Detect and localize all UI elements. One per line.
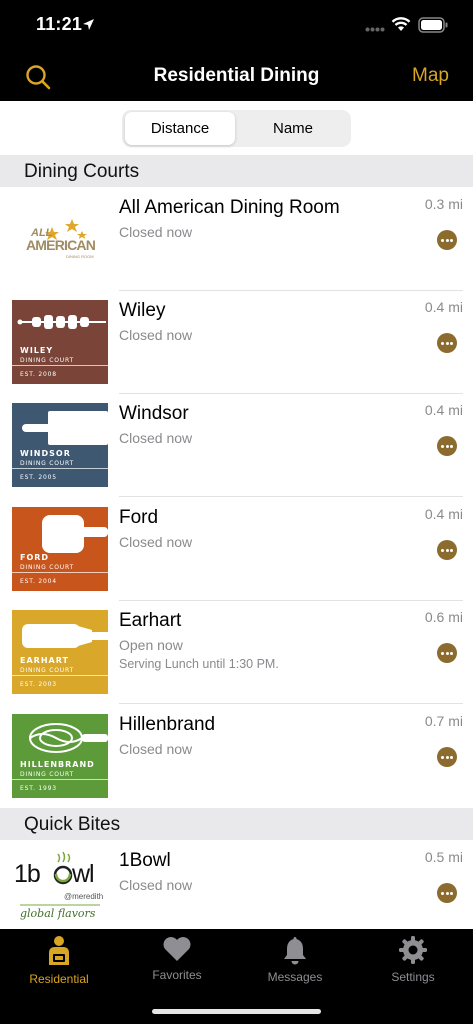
dining-name: Windsor (119, 403, 189, 424)
tile-name: WINDSOR (20, 449, 71, 458)
tab-label: Residential (29, 972, 89, 986)
tab-label: Favorites (152, 968, 202, 982)
gear-icon (399, 936, 427, 964)
tab-bar: Residential Favorites Messages Settings (0, 929, 473, 1024)
logo-text-american: AMERICAN (26, 237, 96, 253)
section-header-quick-bites: Quick Bites (0, 808, 473, 840)
tile-court: DINING COURT (20, 460, 74, 467)
tab-residential[interactable]: Residential (0, 935, 118, 991)
dining-distance: 0.4 mi (424, 299, 463, 315)
dining-distance: 0.6 mi (424, 609, 463, 625)
tile-est: EST. 2004 (20, 578, 57, 585)
tab-favorites[interactable]: Favorites (118, 935, 236, 991)
section-title: Quick Bites (24, 814, 121, 835)
earhart-logo: EARHART DINING COURT EST. 2003 (12, 610, 108, 694)
dining-status: Closed now (119, 877, 193, 893)
dining-row-1bowl[interactable]: 1b wl @meredith global flavors 1Bowl Clo… (0, 840, 473, 929)
tile-est: EST. 1993 (20, 785, 57, 792)
sort-distance-segment[interactable]: Distance (125, 112, 235, 145)
more-options-button[interactable] (437, 436, 457, 456)
more-options-button[interactable] (437, 333, 457, 353)
dining-row-wiley[interactable]: WILEY DINING COURT EST. 2008 Wiley Close… (0, 290, 473, 394)
tile-name: WILEY (20, 346, 54, 355)
dining-status: Open now (119, 637, 183, 653)
sort-segmented-control: Distance Name (122, 110, 351, 147)
navigation-bar: Residential Dining Map (0, 52, 473, 101)
more-options-button[interactable] (437, 230, 457, 250)
logo-text-global-flavors: global flavors (20, 907, 96, 920)
dining-row-earhart[interactable]: EARHART DINING COURT EST. 2003 Earhart O… (0, 600, 473, 704)
cellular-signal-icon (365, 27, 385, 32)
tile-est: EST. 2008 (20, 371, 57, 378)
tab-label: Settings (391, 970, 435, 984)
dining-status: Closed now (119, 534, 193, 550)
wifi-icon (391, 17, 411, 31)
logo-text-meredith: @meredith (64, 892, 104, 901)
dining-status: Closed now (119, 430, 193, 446)
status-bar: 11:21 (0, 0, 473, 52)
logo-text-1b: 1b (14, 860, 41, 888)
dining-status: Closed now (119, 327, 193, 343)
wiley-logo: WILEY DINING COURT EST. 2008 (12, 300, 108, 384)
tile-name: EARHART (20, 656, 69, 665)
more-options-button[interactable] (437, 747, 457, 767)
dining-name: Ford (119, 507, 159, 528)
tile-est: EST. 2003 (20, 681, 57, 688)
home-indicator (152, 1009, 321, 1014)
more-options-button[interactable] (437, 643, 457, 663)
dining-distance: 0.4 mi (424, 506, 463, 522)
tab-messages[interactable]: Messages (236, 935, 354, 991)
section-title: Dining Courts (24, 161, 140, 182)
bell-icon (284, 937, 306, 965)
logo-text-dining-room: DINING ROOM (66, 254, 94, 259)
tab-settings[interactable]: Settings (354, 935, 472, 991)
tab-label: Messages (267, 970, 323, 984)
more-options-button[interactable] (437, 883, 457, 903)
tile-name: HILLENBRAND (20, 760, 95, 769)
residential-icon (49, 936, 69, 965)
dining-status: Closed now (119, 741, 193, 757)
dining-distance: 0.3 mi (424, 196, 463, 212)
dining-row-hillenbrand[interactable]: HILLENBRAND DINING COURT EST. 1993 Hille… (0, 704, 473, 808)
dining-meal-detail: Serving Lunch until 1:30 PM. (119, 657, 279, 671)
ford-logo: FORD DINING COURT EST. 2004 (12, 507, 108, 591)
dining-name: Earhart (119, 610, 182, 631)
dining-distance: 0.7 mi (424, 713, 463, 729)
dining-distance: 0.4 mi (424, 402, 463, 418)
logo-text-wl: wl (72, 860, 95, 888)
dining-row-windsor[interactable]: WINDSOR DINING COURT EST. 2005 Windsor C… (0, 393, 473, 497)
tile-court: DINING COURT (20, 667, 74, 674)
hillenbrand-logo: HILLENBRAND DINING COURT EST. 1993 (12, 714, 108, 798)
dining-row-all-american[interactable]: ALL AMERICAN DINING ROOM All American Di… (0, 187, 473, 291)
more-options-button[interactable] (437, 540, 457, 560)
dining-name: Wiley (119, 300, 166, 321)
status-time: 11:21 (36, 14, 83, 34)
1bowl-logo: 1b wl @meredith global flavors (12, 848, 108, 932)
dining-row-ford[interactable]: FORD DINING COURT EST. 2004 Ford Closed … (0, 497, 473, 601)
battery-icon (418, 17, 448, 33)
section-header-dining-courts: Dining Courts (0, 155, 473, 187)
windsor-logo: WINDSOR DINING COURT EST. 2005 (12, 403, 108, 487)
dining-name: All American Dining Room (119, 197, 340, 218)
tile-est: EST. 2005 (20, 474, 57, 481)
tile-name: FORD (20, 553, 50, 562)
dining-name: Hillenbrand (119, 714, 216, 735)
dining-distance: 0.5 mi (424, 849, 463, 865)
tile-court: DINING COURT (20, 771, 74, 778)
dining-name: 1Bowl (119, 850, 171, 871)
heart-icon (163, 937, 191, 961)
sort-name-segment[interactable]: Name (238, 112, 348, 145)
location-arrow-icon (83, 19, 94, 30)
tile-court: DINING COURT (20, 357, 74, 364)
tile-court: DINING COURT (20, 564, 74, 571)
map-button[interactable]: Map (412, 65, 449, 87)
page-title: Residential Dining (153, 65, 320, 86)
dining-status: Closed now (119, 224, 193, 240)
